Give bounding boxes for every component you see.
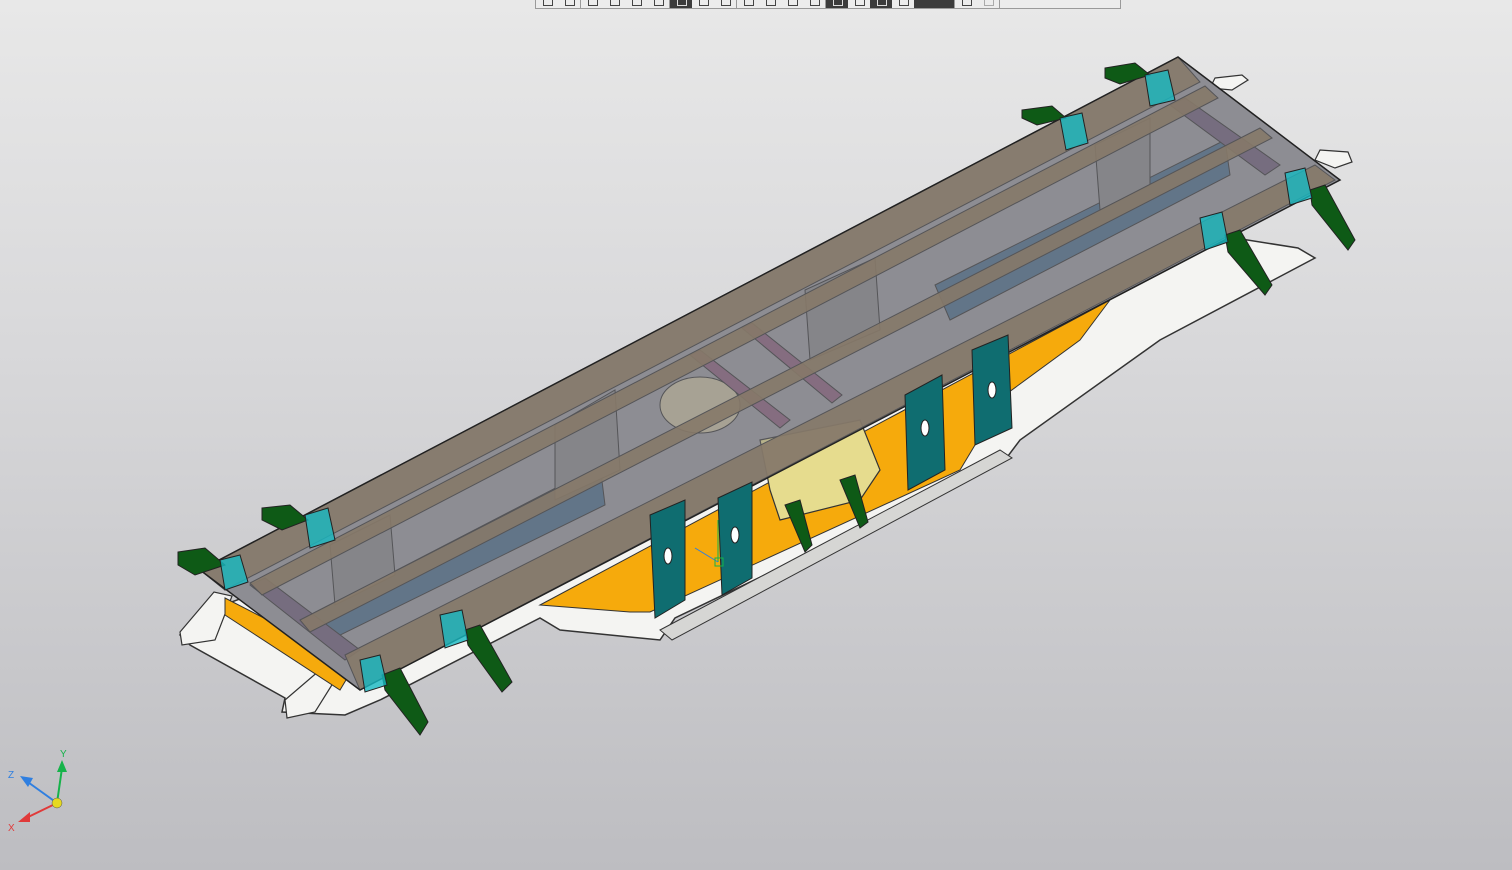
axis-triad: X Y Z <box>8 749 67 834</box>
axis-x-label: X <box>8 823 15 834</box>
axis-y-label: Y <box>60 749 67 760</box>
axis-z-label: Z <box>8 770 14 781</box>
top-plate <box>198 56 1342 691</box>
cad-viewport[interactable]: X Y Z <box>0 0 1512 870</box>
